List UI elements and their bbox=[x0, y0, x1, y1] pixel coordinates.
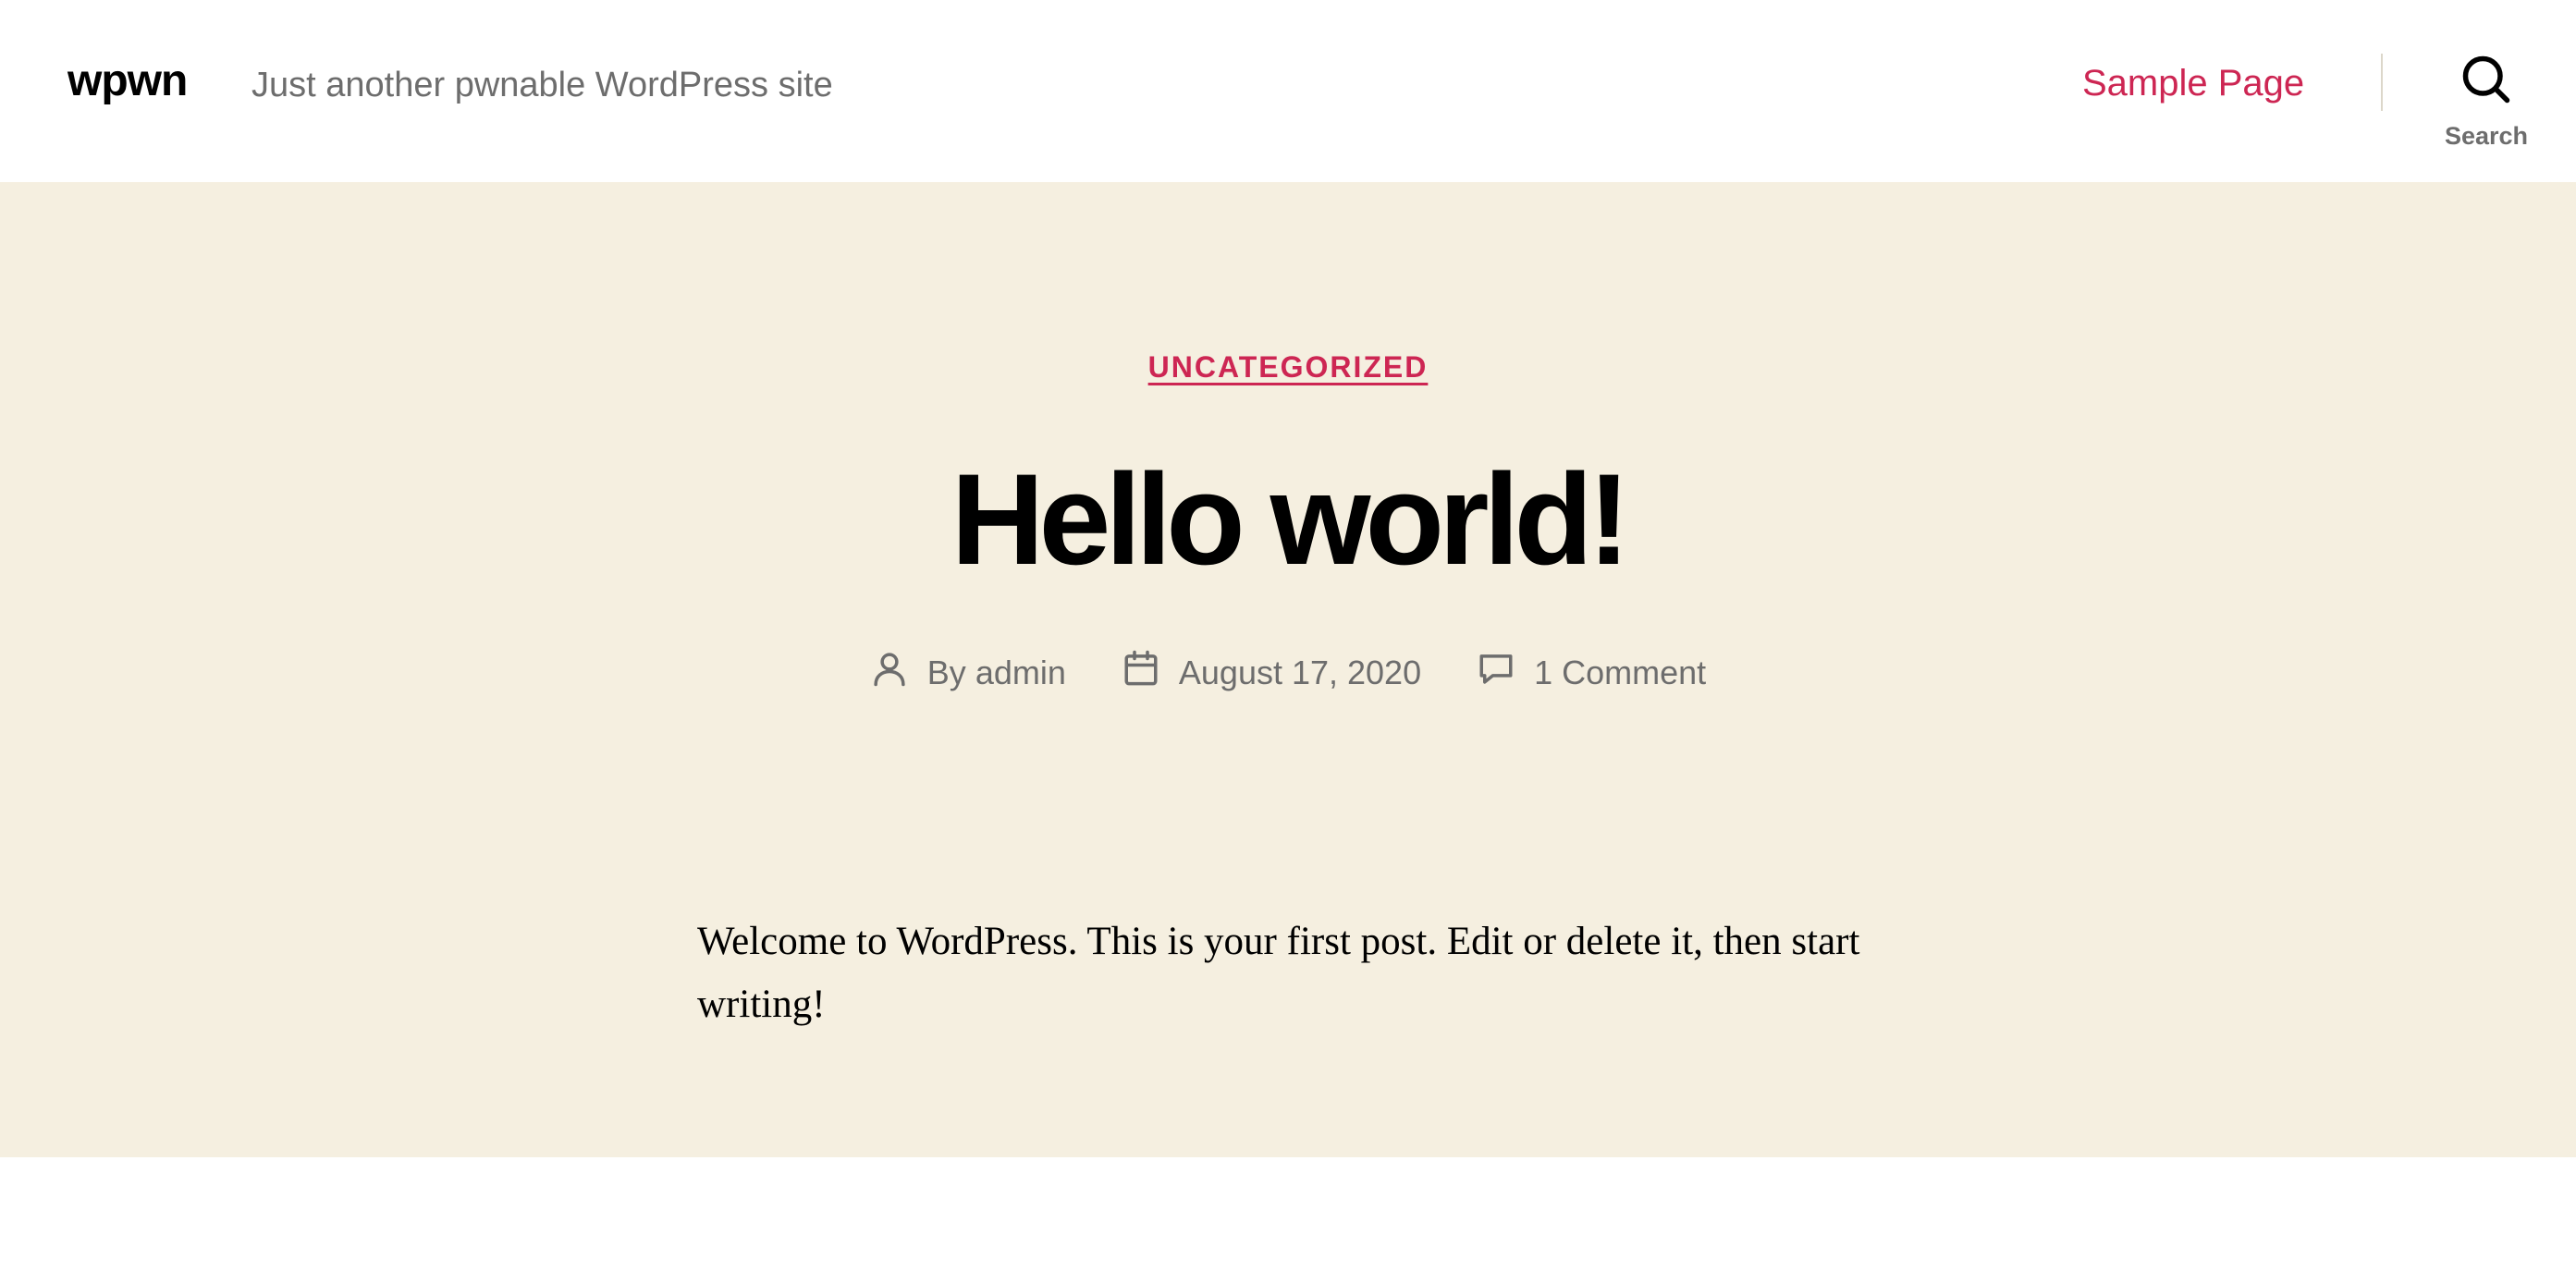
search-label: Search bbox=[2444, 122, 2529, 150]
author-link[interactable]: admin bbox=[975, 654, 1066, 691]
post-date-link[interactable]: August 17, 2020 bbox=[1179, 654, 1421, 692]
nav-sample-page-link[interactable]: Sample Page bbox=[2082, 55, 2304, 111]
category-link[interactable]: UNCATEGORIZED bbox=[1148, 350, 1429, 384]
nav-divider bbox=[2381, 54, 2383, 111]
calendar-icon bbox=[1122, 649, 1160, 696]
author-prefix: By bbox=[926, 653, 966, 691]
site-description: Just another pwnable WordPress site bbox=[251, 66, 833, 104]
search-toggle-button[interactable]: Search bbox=[2432, 52, 2541, 153]
post-category: UNCATEGORIZED bbox=[0, 347, 2576, 387]
site-header: wpwn Just another pwnable WordPress site… bbox=[0, 0, 2576, 182]
comments-link[interactable]: 1 Comment bbox=[1534, 654, 1706, 692]
user-icon bbox=[870, 649, 909, 696]
site-title[interactable]: wpwn bbox=[67, 54, 188, 109]
post-hero: UNCATEGORIZED Hello world! By admin Augu… bbox=[0, 182, 2576, 1157]
post-title: Hello world! bbox=[951, 446, 1630, 592]
search-icon bbox=[2459, 52, 2514, 112]
post-content: Welcome to WordPress. This is your first… bbox=[697, 920, 1860, 1026]
post-date: August 17, 2020 bbox=[1122, 649, 1421, 696]
post-author: By admin bbox=[870, 649, 1066, 696]
post-meta: By admin August 17, 2020 1 Comment bbox=[0, 649, 2576, 696]
comment-icon bbox=[1477, 649, 1515, 696]
post-comments: 1 Comment bbox=[1477, 649, 1706, 696]
